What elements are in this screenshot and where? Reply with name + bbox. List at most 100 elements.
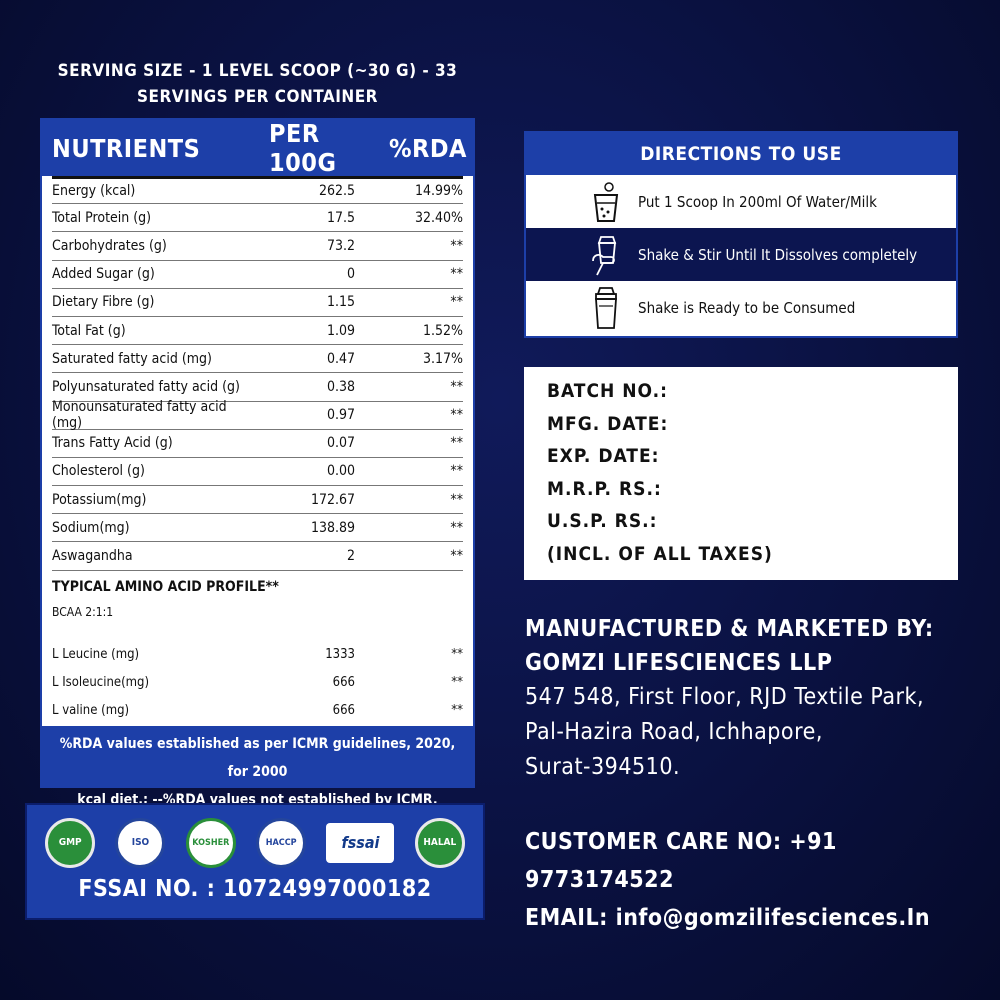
nutrient-value: 17.5 xyxy=(326,209,355,226)
directions-title: DIRECTIONS TO USE xyxy=(526,133,956,175)
nutrient-rda: ** xyxy=(450,435,463,452)
contact-info: CUSTOMER CARE NO: +91 9773174522 EMAIL: … xyxy=(525,823,985,937)
nutrient-value: 0.07 xyxy=(326,435,355,452)
nutrient-name: Total Protein (g) xyxy=(52,209,152,226)
haccp-badge-icon: HACCP xyxy=(256,817,307,868)
nutrient-rda: ** xyxy=(450,378,463,395)
nutrient-value: 0 xyxy=(346,266,355,283)
nutrient-rda: ** xyxy=(450,266,463,283)
exp-date: EXP. DATE: xyxy=(547,445,660,467)
amino-name: L Leucine (mg) xyxy=(52,647,140,663)
amino-value: 666 xyxy=(332,703,355,719)
usp: U.S.P. RS.: xyxy=(547,510,658,532)
customer-care: CUSTOMER CARE NO: +91 9773174522 xyxy=(525,829,837,893)
serving-line-1: SERVING SIZE - 1 LEVEL SCOOP (~30 G) - 3… xyxy=(57,61,458,81)
nutrient-rda: ** xyxy=(450,407,463,424)
direction-step-2-text: Shake & Stir Until It Dissolves complete… xyxy=(638,245,918,264)
nutrient-name: Monounsaturated fatty acid (mg) xyxy=(52,399,227,432)
nutrient-row: Carbohydrates (g) 73.2 ** xyxy=(52,232,463,261)
kosher-badge-icon: KOSHER xyxy=(185,817,236,868)
nutrient-value: 138.89 xyxy=(310,519,355,536)
amino-row: L valine (mg) 666 ** xyxy=(52,697,463,725)
mrp: M.R.P. RS.: xyxy=(547,477,662,500)
nutrient-rda: ** xyxy=(450,519,463,536)
nutrient-row: Dietary Fibre (g) 1.15 ** xyxy=(52,289,463,317)
nutrient-row: Polyunsaturated fatty acid (g) 0.38 ** xyxy=(52,373,463,402)
fssai-logo-icon: fssai xyxy=(326,822,395,863)
direction-step-1: Put 1 Scoop In 200ml Of Water/Milk xyxy=(526,175,956,228)
header-per-100g: PER 100G xyxy=(269,119,337,177)
nutrient-name: Energy (kcal) xyxy=(52,183,136,200)
amino-row: L Isoleucine(mg) 666 ** xyxy=(52,669,463,697)
direction-step-1-text: Put 1 Scoop In 200ml Of Water/Milk xyxy=(638,192,877,211)
hand-shaker-icon xyxy=(584,233,628,277)
amino-value: 1333 xyxy=(325,647,355,663)
nutrient-row: Trans Fatty Acid (g) 0.07 ** xyxy=(52,430,463,458)
nutrient-name: Cholesterol (g) xyxy=(52,463,145,480)
glass-scoop-icon xyxy=(584,181,628,223)
address-line-3: Surat-394510. xyxy=(525,754,681,780)
nutrient-value: 0.47 xyxy=(326,350,355,367)
iso-badge-icon: ISO xyxy=(115,817,166,868)
amino-rda: ** xyxy=(451,703,463,719)
shaker-bottle-icon xyxy=(584,286,628,330)
direction-step-3-text: Shake is Ready to be Consumed xyxy=(638,298,856,317)
header-nutrients: NUTRIENTS xyxy=(52,133,201,163)
nutrient-row: Potassium(mg) 172.67 ** xyxy=(52,486,463,515)
fssai-number: FSSAI NO. : 10724997000182 xyxy=(78,876,432,902)
nutrient-name: Added Sugar (g) xyxy=(52,266,155,283)
email: EMAIL: info@gomzilifesciences.In xyxy=(525,905,931,931)
mfg-date: MFG. DATE: xyxy=(547,412,669,435)
nutrient-row: Added Sugar (g) 0 ** xyxy=(52,261,463,289)
nutrient-row: Cholesterol (g) 0.00 ** xyxy=(52,458,463,487)
nutrient-name: Sodium(mg) xyxy=(52,519,130,536)
nutrient-value: 262.5 xyxy=(318,183,355,200)
nutrient-rda: 14.99% xyxy=(414,183,463,200)
nutrient-value: 0.00 xyxy=(326,463,355,480)
taxes-note: (INCL. OF ALL TAXES) xyxy=(547,542,773,565)
nutrient-rda: ** xyxy=(450,294,463,311)
nutrient-rda: ** xyxy=(450,463,463,480)
nutrient-value: 0.97 xyxy=(326,407,355,424)
nutrition-header: NUTRIENTS PER 100G %RDA xyxy=(42,119,473,177)
nutrient-row: Total Fat (g) 1.09 1.52% xyxy=(52,317,463,346)
directions-panel: DIRECTIONS TO USE Put 1 Scoop In 200ml O… xyxy=(524,131,958,338)
certification-badges: GMP ISO KOSHER HACCP fssai HALAL xyxy=(27,805,483,870)
direction-step-2: Shake & Stir Until It Dissolves complete… xyxy=(526,228,956,281)
amino-name: L Isoleucine(mg) xyxy=(52,675,150,691)
bcaa-ratio: BCAA 2:1:1 xyxy=(52,604,114,619)
nutrient-rda: ** xyxy=(450,237,463,254)
nutrition-body: Energy (kcal) 262.5 14.99% Total Protein (g… xyxy=(42,176,473,726)
nutrient-name: Potassium(mg) xyxy=(52,491,147,508)
amino-rda: ** xyxy=(451,647,463,663)
serving-size-text: SERVING SIZE - 1 LEVEL SCOOP (~30 G) - 3… xyxy=(40,58,475,110)
amino-value: 666 xyxy=(332,675,355,691)
nutrient-rda: 32.40% xyxy=(414,209,463,226)
address-line-2: Pal-Hazira Road, Ichhapore, xyxy=(525,719,823,745)
nutrient-name: Carbohydrates (g) xyxy=(52,237,167,254)
nutrient-row: Total Protein (g) 17.5 32.40% xyxy=(52,204,463,233)
nutrient-value: 2 xyxy=(346,548,355,565)
header-rda: %RDA xyxy=(389,133,467,163)
address-line-1: 547 548, First Floor, RJD Textile Park, xyxy=(525,684,925,710)
nutrient-value: 1.09 xyxy=(326,322,355,339)
nutrient-row: Saturated fatty acid (mg) 0.47 3.17% xyxy=(52,345,463,374)
nutrient-name: Saturated fatty acid (mg) xyxy=(52,350,212,367)
company-name: GOMZI LIFESCIENCES LLP xyxy=(525,650,833,676)
nutrient-row: Energy (kcal) 262.5 14.99% xyxy=(52,176,463,205)
amino-row: L Leucine (mg) 1333 ** xyxy=(52,641,463,669)
nutrient-name: Total Fat (g) xyxy=(52,322,126,339)
batch-number: BATCH NO.: xyxy=(547,380,668,402)
nutrient-rda: 1.52% xyxy=(422,322,463,339)
nutrient-name: Trans Fatty Acid (g) xyxy=(52,435,173,452)
amino-name: L valine (mg) xyxy=(52,703,130,719)
nutrient-rda: 3.17% xyxy=(422,350,463,367)
halal-badge-icon: HALAL xyxy=(414,817,465,868)
nutrition-table: NUTRIENTS PER 100G %RDA Energy (kcal) 262… xyxy=(40,118,475,808)
nutrient-row: Sodium(mg) 138.89 ** xyxy=(52,514,463,543)
nutrient-value: 1.15 xyxy=(326,294,355,311)
certification-panel: GMP ISO KOSHER HACCP fssai HALAL FSSAI N… xyxy=(25,803,485,920)
nutrient-value: 73.2 xyxy=(326,237,355,254)
amino-title: TYPICAL AMINO ACID PROFILE** xyxy=(52,578,279,595)
nutrient-value: 172.67 xyxy=(310,491,355,508)
